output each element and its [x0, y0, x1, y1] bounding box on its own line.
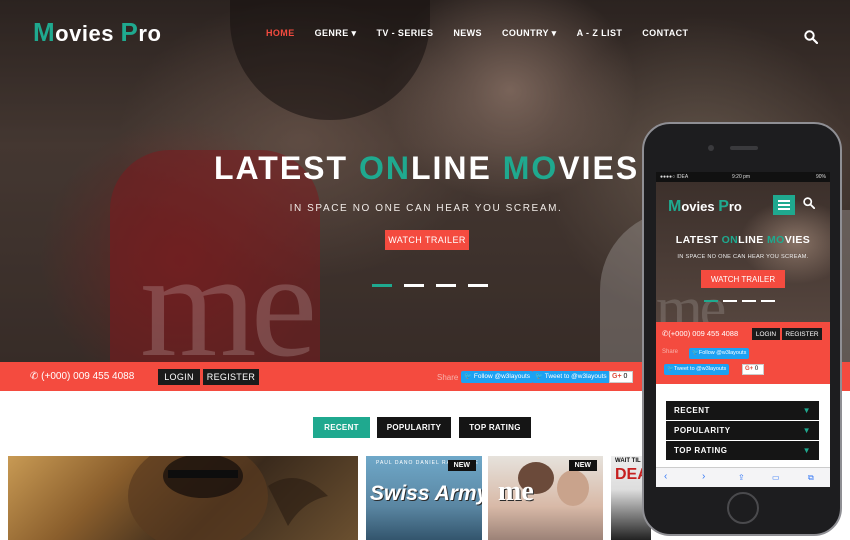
movie-poster[interactable] [8, 456, 358, 540]
nav-news[interactable]: NEWS [453, 28, 482, 39]
new-badge: NEW [447, 460, 476, 471]
register-button[interactable]: REGISTER [203, 369, 259, 385]
slider-dot[interactable] [404, 284, 424, 287]
mobile-contact-bar: ✆(+000) 009 455 4088 LOGIN REGISTER Shar… [656, 322, 830, 384]
movie-poster[interactable]: me NEW [488, 456, 603, 540]
hamburger-menu-button[interactable] [773, 195, 795, 215]
mobile-logo[interactable]: Movies Pro [668, 198, 742, 216]
chevron-down-icon: ▼ [802, 406, 811, 415]
new-badge: NEW [568, 460, 597, 471]
mobile-hero: me Movies Pro LATEST ONLINE MOVIES IN SP… [656, 182, 830, 341]
mobile-dropdown-popularity[interactable]: POPULARITY ▼ [666, 421, 819, 440]
tab-top-rating[interactable]: TOP RATING [459, 417, 531, 438]
nav-genre[interactable]: GENRE ▾ [315, 28, 357, 39]
tab-recent[interactable]: RECENT [313, 417, 370, 438]
mobile-dropdown-top-rating[interactable]: TOP RATING ▼ [666, 441, 819, 460]
chevron-down-icon: ▼ [802, 426, 811, 435]
chevron-down-icon: ▼ [802, 446, 811, 455]
main-nav: HOME GENRE ▾ TV - SERIES NEWS COUNTRY ▾ … [266, 28, 708, 39]
poster-title: Swiss Army Man [370, 482, 482, 505]
back-icon[interactable]: ‹ [664, 471, 667, 482]
mobile-hero-subtitle: IN SPACE NO ONE CAN HEAR YOU SCREAM. [677, 254, 809, 260]
slider-dot[interactable] [723, 300, 737, 302]
bookmarks-icon[interactable]: ▭ [772, 473, 780, 482]
mobile-twitter-tweet-button[interactable]: 🐦Tweet to @w3layouts [664, 364, 730, 375]
phone-icon: ✆ [30, 371, 42, 382]
slider-dots [372, 284, 488, 287]
mobile-watch-trailer-button[interactable]: WATCH TRAILER [701, 270, 785, 288]
phone-number: ✆ (+000) 009 455 4088 [30, 371, 135, 382]
poster-art [128, 456, 328, 540]
tabs-icon[interactable]: ⧉ [808, 473, 814, 483]
mobile-dropdown-recent[interactable]: RECENT ▼ [666, 401, 819, 420]
share-label: Share [437, 373, 459, 382]
twitter-follow-button[interactable]: 🐦 Follow @w3layouts [461, 371, 533, 383]
speaker-grille [730, 146, 758, 150]
hero-title: LATEST ONLINE MOVIES [214, 150, 640, 186]
mobile-register-button[interactable]: REGISTER [782, 328, 822, 340]
slider-dot[interactable] [742, 300, 756, 302]
home-button[interactable] [727, 492, 759, 524]
nav-home[interactable]: HOME [266, 28, 295, 39]
watch-trailer-button[interactable]: WATCH TRAILER [385, 230, 469, 250]
mobile-google-plus-button[interactable]: G+ 0 [742, 364, 764, 375]
twitter-icon: 🐦 [535, 373, 545, 380]
mobile-hero-title: LATEST ONLINE MOVIES [675, 234, 811, 246]
search-icon[interactable] [803, 197, 815, 209]
mobile-slider-dots [704, 300, 775, 302]
forward-icon[interactable]: › [702, 471, 705, 482]
google-plus-button[interactable]: G+ 0 [609, 371, 633, 383]
movie-poster[interactable]: PAUL DANO DANIEL RADCLIFFE Swiss Army Ma… [366, 456, 482, 540]
twitter-icon: 🐦 [667, 366, 674, 372]
search-icon[interactable] [804, 30, 818, 44]
login-button[interactable]: LOGIN [158, 369, 200, 385]
nav-a-z-list[interactable]: A - Z LIST [577, 28, 623, 39]
slider-dot[interactable] [761, 300, 775, 302]
status-bar: ●●●●○ IDEA 9:20 pm 90% [656, 172, 830, 182]
hero-subtitle: IN SPACE NO ONE CAN HEAR YOU SCREAM. [289, 203, 563, 214]
mobile-phone-number: ✆(+000) 009 455 4088 [662, 329, 739, 338]
nav-contact[interactable]: CONTACT [642, 28, 688, 39]
tab-popularity[interactable]: POPULARITY [377, 417, 451, 438]
mobile-share-label: Share [662, 349, 679, 355]
camera-icon [708, 145, 714, 151]
mobile-twitter-follow-button[interactable]: 🐦Follow @w3layouts [689, 348, 750, 359]
slider-dot[interactable] [468, 284, 488, 287]
slider-dot[interactable] [436, 284, 456, 287]
poster-tagline: WAIT TIL [615, 458, 641, 464]
page: me Movies Pro HOME GENRE ▾ TV - SERIES N… [0, 0, 850, 540]
browser-toolbar: ‹ › ⇪ ▭ ⧉ [656, 467, 830, 487]
twitter-icon: 🐦 [464, 373, 474, 380]
poster-title: me [498, 476, 534, 507]
logo[interactable]: Movies Pro [33, 17, 161, 48]
nav-country[interactable]: COUNTRY ▾ [502, 28, 557, 39]
hero-watermark: me [140, 222, 317, 362]
phone-mockup: ●●●●○ IDEA 9:20 pm 90% me Movies Pro LAT… [642, 122, 842, 536]
mobile-login-button[interactable]: LOGIN [752, 328, 780, 340]
nav-tv-series[interactable]: TV - SERIES [376, 28, 433, 39]
mobile-screen: ●●●●○ IDEA 9:20 pm 90% me Movies Pro LAT… [656, 172, 830, 487]
slider-dot[interactable] [704, 300, 718, 302]
twitter-icon: 🐦 [692, 350, 699, 356]
share-icon[interactable]: ⇪ [738, 473, 745, 482]
twitter-tweet-button[interactable]: 🐦 Tweet to @w3layouts [532, 371, 610, 383]
slider-dot[interactable] [372, 284, 392, 287]
